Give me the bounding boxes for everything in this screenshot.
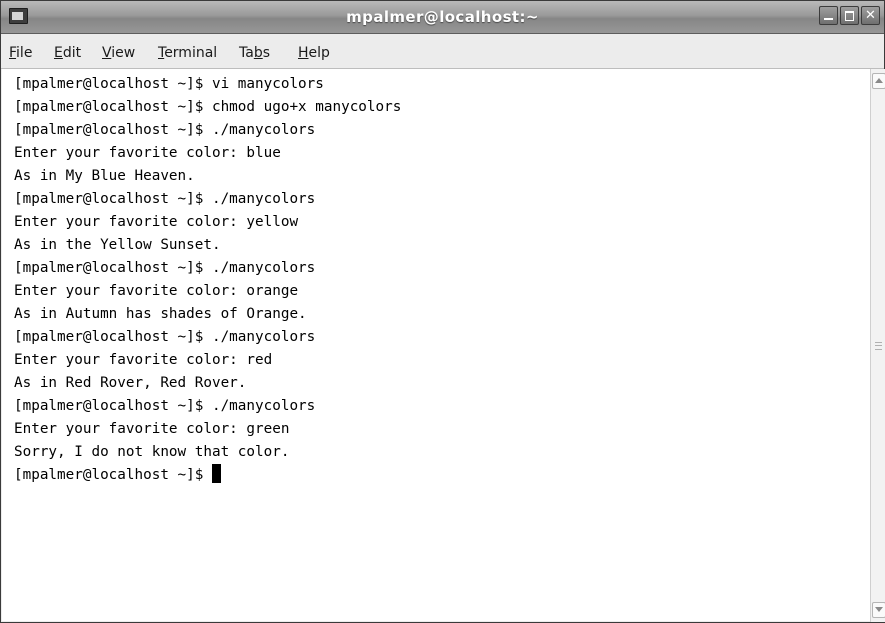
window-title: mpalmer@localhost:~ — [346, 8, 539, 26]
terminal-line: As in My Blue Heaven. — [14, 168, 195, 184]
terminal-line: As in Autumn has shades of Orange. — [14, 306, 307, 322]
terminal-line: [mpalmer@localhost ~]$ chmod ugo+x manyc… — [14, 99, 402, 115]
terminal-line: Sorry, I do not know that color. — [14, 444, 290, 460]
terminal-line: [mpalmer@localhost ~]$ ./manycolors — [14, 260, 316, 276]
terminal-output[interactable]: [mpalmer@localhost ~]$ vi manycolors [mp… — [2, 69, 870, 621]
terminal-line: [mpalmer@localhost ~]$ ./manycolors — [14, 329, 316, 345]
terminal-line: [mpalmer@localhost ~]$ vi manycolors — [14, 76, 324, 92]
terminal-line: As in the Yellow Sunset. — [14, 237, 221, 253]
terminal-line: [mpalmer@localhost ~]$ ./manycolors — [14, 398, 316, 414]
scroll-up-arrow-icon[interactable] — [872, 73, 885, 89]
title-bar[interactable]: mpalmer@localhost:~ ✕ — [1, 1, 884, 34]
menu-bar: File Edit View Terminal Tabs Help — [1, 34, 884, 69]
scrollbar-grip-icon[interactable] — [875, 342, 882, 350]
text-cursor — [211, 464, 221, 483]
close-icon: ✕ — [865, 8, 876, 23]
menu-help[interactable]: Help — [298, 45, 330, 61]
shell-prompt: [mpalmer@localhost ~]$ — [14, 467, 212, 483]
menu-mnemonic: E — [54, 45, 63, 61]
minimize-button[interactable] — [819, 6, 838, 25]
menu-tabs[interactable]: Tabs — [239, 45, 270, 61]
terminal-prompt-line[interactable]: [mpalmer@localhost ~]$ — [14, 464, 221, 487]
terminal-line: Enter your favorite color: yellow — [14, 214, 299, 230]
terminal-line: Enter your favorite color: red — [14, 352, 273, 368]
terminal-line: Enter your favorite color: orange — [14, 283, 299, 299]
terminal-line: [mpalmer@localhost ~]$ ./manycolors — [14, 122, 316, 138]
close-button[interactable]: ✕ — [861, 6, 880, 25]
menu-label-rest: elp — [308, 45, 330, 61]
menu-mnemonic: b — [253, 45, 263, 61]
menu-edit[interactable]: Edit — [54, 45, 81, 61]
menu-label-rest: dit — [62, 45, 82, 61]
vertical-scrollbar[interactable] — [870, 69, 885, 622]
terminal-window: mpalmer@localhost:~ ✕ File Edit View Ter… — [0, 0, 885, 623]
menu-label-rest: ile — [16, 45, 33, 61]
scroll-down-arrow-icon[interactable] — [872, 602, 885, 618]
menu-view[interactable]: View — [102, 45, 135, 61]
terminal-line: Enter your favorite color: blue — [14, 145, 281, 161]
menu-mnemonic: V — [102, 45, 112, 61]
terminal-line: Enter your favorite color: green — [14, 421, 290, 437]
menu-label-rest: s — [262, 45, 271, 61]
terminal-line: As in Red Rover, Red Rover. — [14, 375, 247, 391]
menu-file[interactable]: File — [9, 45, 32, 61]
menu-mnemonic: H — [298, 45, 309, 61]
menu-label-pre: Ta — [239, 45, 254, 61]
terminal-line: [mpalmer@localhost ~]$ ./manycolors — [14, 191, 316, 207]
menu-label-rest: iew — [111, 45, 136, 61]
menu-terminal[interactable]: Terminal — [158, 45, 217, 61]
maximize-button[interactable] — [840, 6, 859, 25]
menu-label-rest: erminal — [164, 45, 218, 61]
menu-mnemonic: F — [9, 45, 17, 61]
